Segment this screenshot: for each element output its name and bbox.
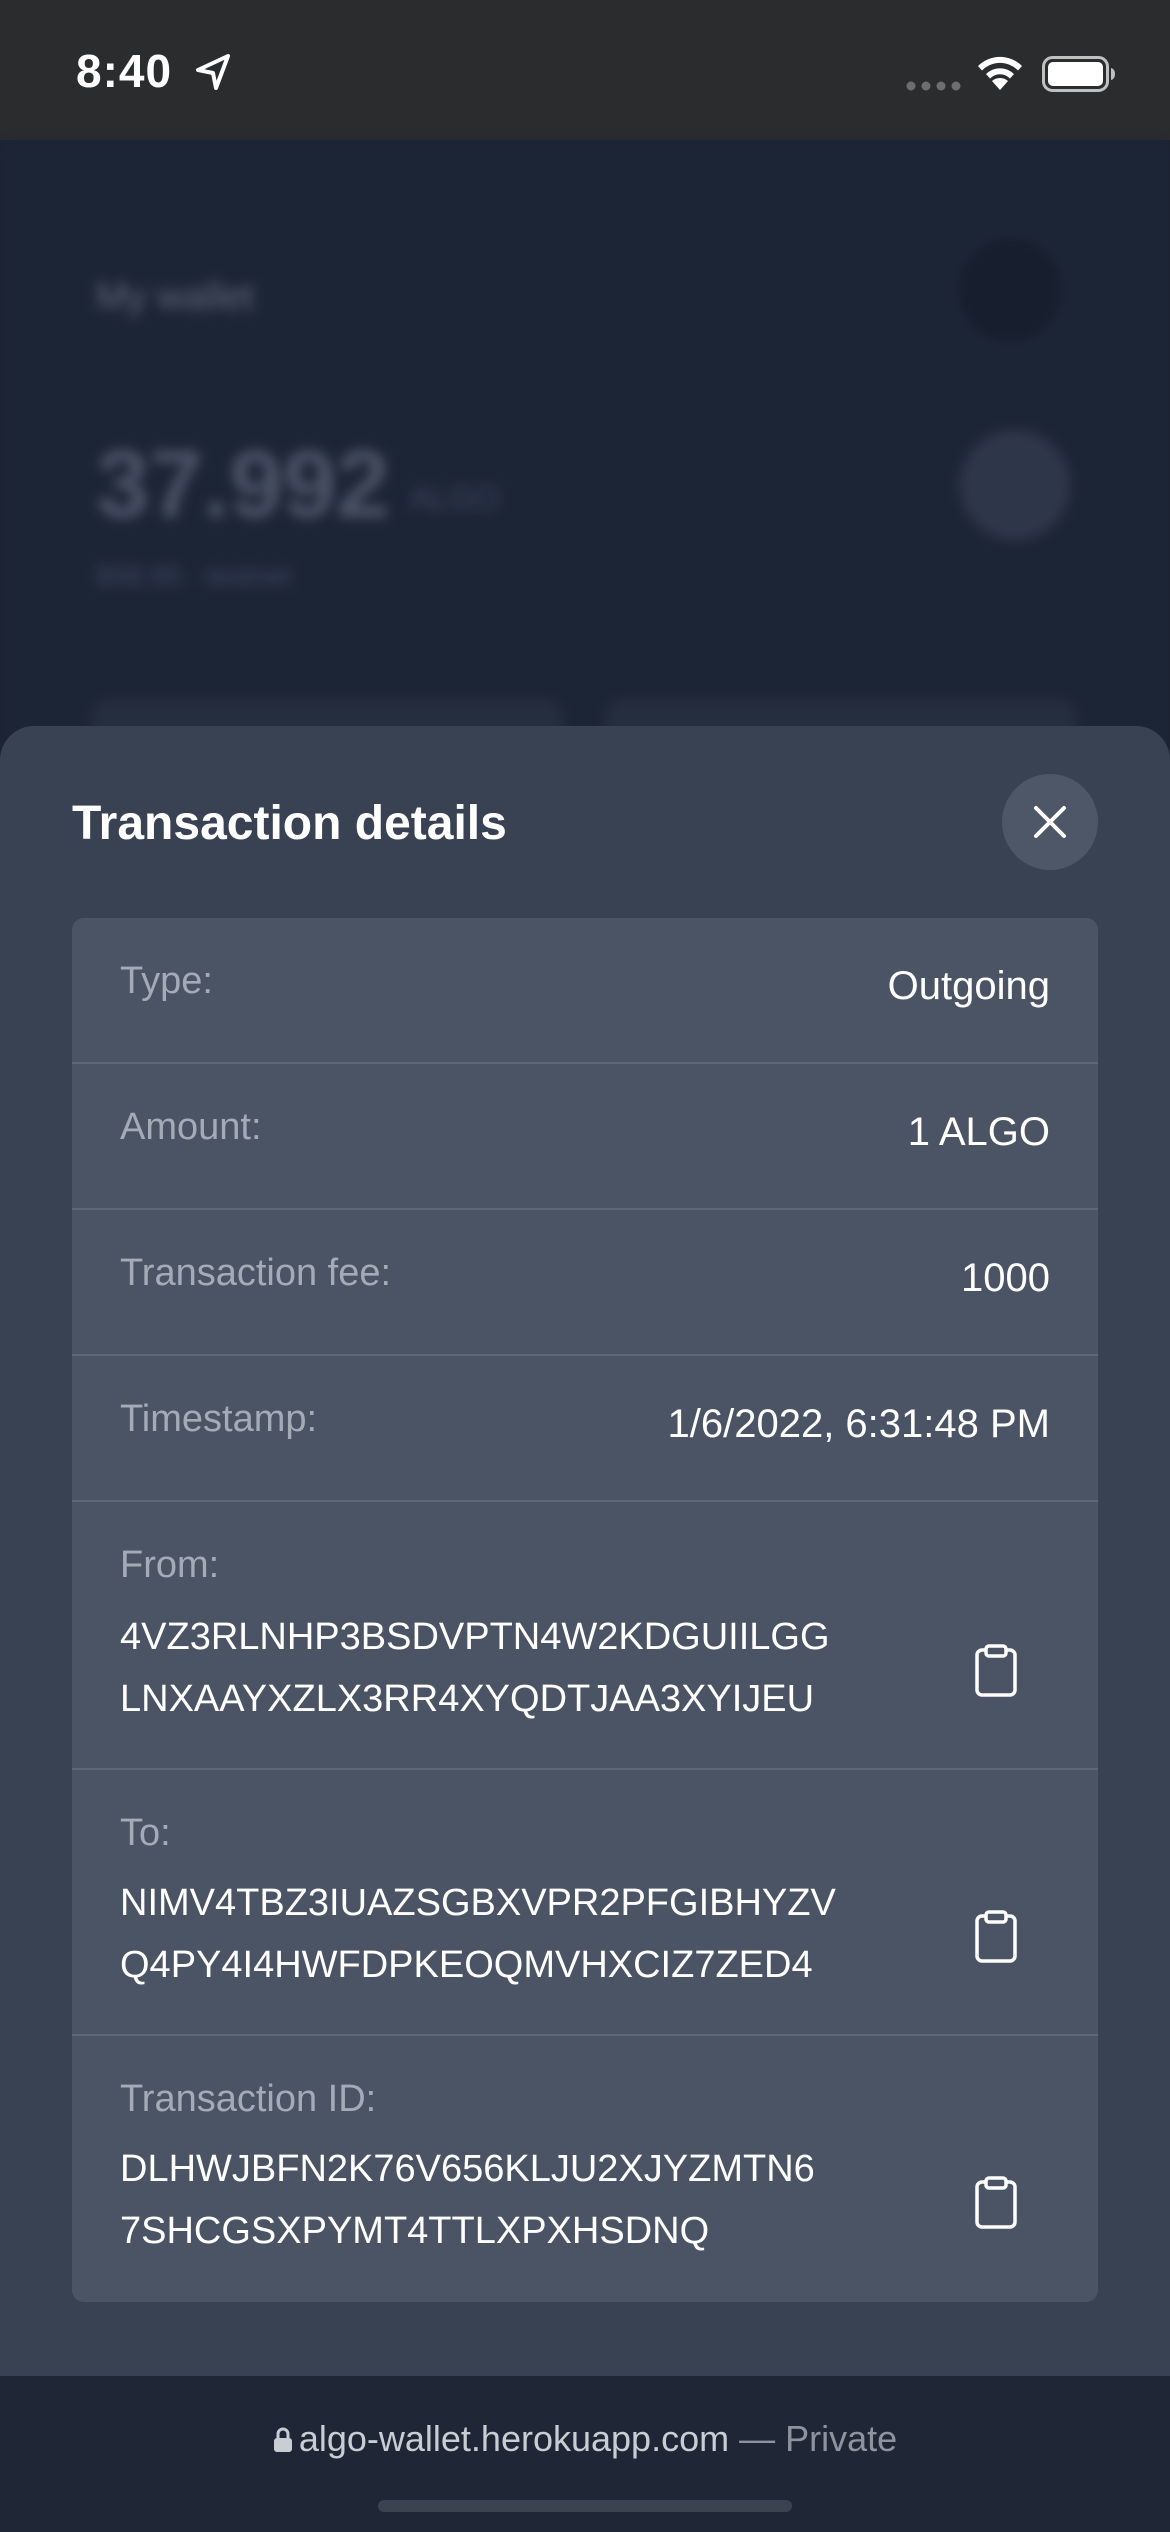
location-arrow-icon (196, 54, 230, 90)
bg-balance: 37.992 (96, 431, 390, 538)
details-card: Type: Outgoing Amount: 1 ALGO Transactio… (72, 918, 1098, 2302)
transaction-details-sheet: Transaction details Type: Outgoing Amoun… (0, 726, 1170, 2376)
timestamp-value: 1/6/2022, 6:31:48 PM (667, 1402, 1051, 1446)
bg-sub: $58.65 · testnet (96, 560, 291, 591)
row-timestamp: Timestamp: 1/6/2022, 6:31:48 PM (72, 1356, 1098, 1502)
bg-wallet-title: My wallet (96, 276, 255, 318)
transaction-id-line1: DLHWJBFN2K76V656KLJU2XJYZMTN6 (120, 2148, 815, 2190)
timestamp-label: Timestamp: (120, 1398, 318, 1440)
browser-bottom-bar: algo-wallet.herokuapp.com — Private (0, 2376, 1170, 2532)
row-transaction-id: Transaction ID: DLHWJBFN2K76V656KLJU2XJY… (72, 2036, 1098, 2302)
row-to: To: NIMV4TBZ3IUAZSGBXVPR2PFGIBHYZV Q4PY4… (72, 1770, 1098, 2036)
signal-icon (906, 81, 961, 91)
to-label: To: (120, 1812, 171, 1854)
from-address[interactable]: 4VZ3RLNHP3BSDVPTN4W2KDGUIILGG LNXAAYXZLX… (120, 1606, 920, 1730)
from-address-line1: 4VZ3RLNHP3BSDVPTN4W2KDGUIILGG (120, 1616, 830, 1658)
from-address-line2: LNXAAYXZLX3RR4XYQDTJAA3XYIJEU (120, 1678, 815, 1720)
amount-label: Amount: (120, 1106, 262, 1148)
private-mode-label: Private (785, 2418, 898, 2459)
row-amount: Amount: 1 ALGO (72, 1064, 1098, 1210)
to-address-line2: Q4PY4I4HWFDPKEOQMVHXCIZ7ZED4 (120, 1944, 813, 1986)
sheet-title: Transaction details (72, 797, 507, 850)
amount-value: 1 ALGO (907, 1110, 1050, 1154)
clipboard-icon[interactable] (974, 1910, 1018, 1964)
lock-icon (273, 2427, 292, 2452)
fee-label: Transaction fee: (120, 1252, 392, 1294)
status-bar: 8:40 (0, 0, 1170, 140)
transaction-id-line2: 7SHCGSXPYMT4TTLXPXHSDNQ (120, 2210, 710, 2252)
bg-avatar (960, 430, 1070, 540)
from-label: From: (120, 1544, 220, 1586)
fee-value: 1000 (961, 1256, 1050, 1300)
transaction-id-value[interactable]: DLHWJBFN2K76V656KLJU2XJYZMTN6 7SHCGSXPYM… (120, 2138, 920, 2262)
clipboard-icon[interactable] (974, 1644, 1018, 1698)
wifi-icon (978, 56, 1022, 90)
to-address-line1: NIMV4TBZ3IUAZSGBXVPR2PFGIBHYZV (120, 1882, 836, 1924)
status-time: 8:40 (76, 45, 173, 97)
url-text: algo-wallet.herokuapp.com (298, 2418, 730, 2459)
url-bar[interactable]: algo-wallet.herokuapp.com — Private (0, 2418, 1170, 2460)
row-type: Type: Outgoing (72, 918, 1098, 1064)
url-separator: — (729, 2418, 786, 2459)
battery-icon (1042, 56, 1115, 92)
transaction-id-label: Transaction ID: (120, 2078, 377, 2120)
close-icon (1034, 806, 1066, 838)
row-fee: Transaction fee: 1000 (72, 1210, 1098, 1356)
close-button[interactable] (1002, 774, 1098, 870)
clipboard-icon[interactable] (974, 2176, 1018, 2230)
row-from: From: 4VZ3RLNHP3BSDVPTN4W2KDGUIILGG LNXA… (72, 1502, 1098, 1770)
home-indicator (378, 2500, 792, 2512)
bg-unit: ALGO (410, 480, 499, 516)
to-address[interactable]: NIMV4TBZ3IUAZSGBXVPR2PFGIBHYZV Q4PY4I4HW… (120, 1872, 920, 1996)
bg-settings-button (960, 240, 1060, 340)
type-label: Type: (120, 960, 213, 1002)
type-value: Outgoing (887, 964, 1050, 1008)
